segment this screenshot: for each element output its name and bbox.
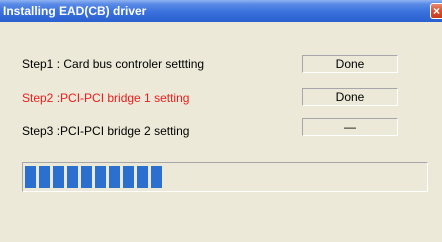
progress-segment (123, 166, 134, 188)
progress-segment (137, 166, 148, 188)
step3-label: Step3 :PCI-PCI bridge 2 setting (22, 124, 190, 138)
progress-segment (53, 166, 64, 188)
progress-bar (22, 162, 428, 192)
progress-fill (25, 166, 425, 190)
progress-segment (95, 166, 106, 188)
progress-segment (109, 166, 120, 188)
progress-segment (151, 166, 162, 188)
title-bar[interactable]: Installing EAD(CB) driver × (0, 0, 442, 22)
progress-segment (25, 166, 36, 188)
step1-status: Done (302, 55, 398, 73)
close-button[interactable]: × (430, 3, 442, 19)
window-title: Installing EAD(CB) driver (3, 4, 147, 18)
progress-segment (67, 166, 78, 188)
step2-status: Done (302, 88, 398, 106)
close-icon: × (433, 4, 441, 18)
progress-segment (39, 166, 50, 188)
installer-dialog: Installing EAD(CB) driver × Step1 : Card… (0, 0, 442, 242)
step2-label: Step2 :PCI-PCI bridge 1 setting (22, 91, 190, 105)
step3-status: — (302, 118, 398, 136)
progress-segment (81, 166, 92, 188)
step1-label: Step1 : Card bus controler settting (22, 57, 205, 71)
